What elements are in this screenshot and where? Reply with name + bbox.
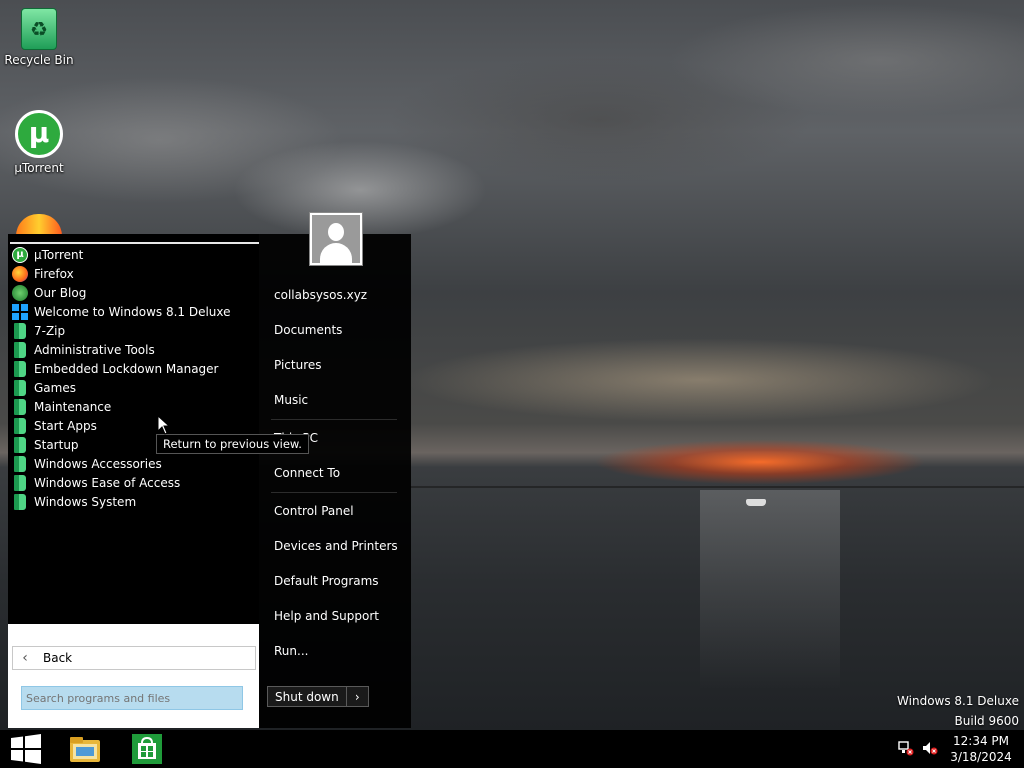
file-explorer-icon[interactable]	[68, 734, 102, 764]
program-label: Start Apps	[34, 418, 97, 433]
firefox-icon	[12, 265, 28, 282]
program-item-firefox[interactable]: Firefox	[8, 264, 259, 283]
programs-divider	[10, 242, 259, 244]
back-button[interactable]: ‹ Back	[12, 646, 256, 670]
program-item-windows-accessories[interactable]: Windows Accessories	[8, 454, 259, 473]
program-list: µ µTorrent Firefox Our Blog Welcome to W…	[8, 245, 259, 511]
program-label: Our Blog	[34, 285, 87, 300]
program-item-windows-ease-of-access[interactable]: Windows Ease of Access	[8, 473, 259, 492]
wallpaper-boat	[746, 499, 766, 506]
chevron-left-icon: ‹	[22, 650, 28, 666]
start-menu: µ µTorrent Firefox Our Blog Welcome to W…	[8, 234, 411, 728]
avatar-body	[320, 243, 352, 263]
chevron-right-icon[interactable]: ›	[346, 686, 369, 707]
user-name-link[interactable]: collabsysos.xyz	[274, 288, 367, 302]
taskbar-clock[interactable]: 12:34 PM 3/18/2024	[950, 733, 1012, 765]
desktop-icon-utorrent[interactable]: µ µTorrent	[1, 110, 77, 175]
clock-time: 12:34 PM	[953, 734, 1009, 748]
place-documents[interactable]: Documents	[274, 323, 342, 337]
folder-icon	[14, 379, 26, 396]
watermark-build: Build 9600	[954, 714, 1019, 728]
program-label: µTorrent	[34, 247, 84, 262]
program-label: Windows System	[34, 494, 137, 509]
desktop-icon-label: Recycle Bin	[4, 53, 74, 67]
windows-icon	[12, 303, 28, 320]
program-label: Administrative Tools	[34, 342, 155, 357]
program-item-games[interactable]: Games	[8, 378, 259, 397]
program-item-welcome[interactable]: Welcome to Windows 8.1 Deluxe	[8, 302, 259, 321]
place-devices-and-printers[interactable]: Devices and Printers	[274, 539, 398, 553]
folder-icon	[14, 436, 26, 453]
folder-icon	[14, 341, 26, 358]
program-item-embedded-lockdown-manager[interactable]: Embedded Lockdown Manager	[8, 359, 259, 378]
program-item-maintenance[interactable]: Maintenance	[8, 397, 259, 416]
windows-logo-icon[interactable]	[10, 733, 42, 765]
clock-date: 3/18/2024	[950, 750, 1012, 764]
recycle-bin-icon	[21, 8, 57, 50]
back-button-label: Back	[43, 651, 73, 665]
back-tooltip: Return to previous view.	[156, 434, 309, 454]
program-label: 7-Zip	[34, 323, 66, 338]
utorrent-icon: µ	[12, 246, 28, 263]
watermark-edition: Windows 8.1 Deluxe	[897, 694, 1019, 708]
taskbar: 12:34 PM 3/18/2024	[0, 730, 1024, 768]
program-label: Windows Ease of Access	[34, 475, 181, 490]
volume-muted-icon[interactable]	[922, 740, 938, 756]
folder-icon	[14, 322, 26, 339]
folder-icon	[14, 455, 26, 472]
folder-icon	[14, 493, 26, 510]
os-watermark: Windows 8.1 Deluxe Build 9600	[897, 691, 1019, 731]
user-avatar-icon	[312, 215, 360, 263]
place-default-programs[interactable]: Default Programs	[274, 574, 379, 588]
places-pane: collabsysos.xyz Documents Pictures Music…	[259, 234, 411, 728]
user-avatar[interactable]	[309, 212, 363, 266]
desktop-icon-recycle-bin[interactable]: Recycle Bin	[1, 8, 77, 67]
program-label: Windows Accessories	[34, 456, 162, 471]
places-divider	[271, 419, 397, 420]
blog-icon	[12, 284, 28, 301]
program-label: Startup	[34, 437, 79, 452]
wallpaper-sea-reflection	[700, 490, 840, 690]
folder-icon	[14, 398, 26, 415]
place-music[interactable]: Music	[274, 393, 308, 407]
utorrent-icon: µ	[15, 110, 63, 158]
mouse-cursor-icon	[157, 415, 171, 435]
program-item-administrative-tools[interactable]: Administrative Tools	[8, 340, 259, 359]
program-item-7zip[interactable]: 7-Zip	[8, 321, 259, 340]
place-pictures[interactable]: Pictures	[274, 358, 322, 372]
folder-icon	[14, 474, 26, 491]
avatar-head	[328, 223, 344, 241]
programs-pane: µ µTorrent Firefox Our Blog Welcome to W…	[8, 234, 259, 728]
program-item-windows-system[interactable]: Windows System	[8, 492, 259, 511]
places-divider	[271, 492, 397, 493]
program-label: Maintenance	[34, 399, 112, 414]
program-label: Games	[34, 380, 76, 395]
program-item-our-blog[interactable]: Our Blog	[8, 283, 259, 302]
store-icon[interactable]	[132, 734, 162, 764]
shutdown-button[interactable]: Shut down	[267, 686, 347, 707]
folder-icon	[14, 360, 26, 377]
program-label: Firefox	[34, 266, 74, 281]
network-disconnected-icon[interactable]	[898, 740, 914, 756]
search-input[interactable]	[21, 686, 243, 710]
wallpaper-horizon	[410, 486, 1024, 488]
shutdown-group: Shut down ›	[267, 686, 369, 707]
place-connect-to[interactable]: Connect To	[274, 466, 340, 480]
program-label: Welcome to Windows 8.1 Deluxe	[34, 304, 231, 319]
programs-pane-footer: ‹ Back	[8, 624, 259, 728]
program-item-utorrent[interactable]: µ µTorrent	[8, 245, 259, 264]
program-item-start-apps[interactable]: Start Apps	[8, 416, 259, 435]
place-control-panel[interactable]: Control Panel	[274, 504, 354, 518]
place-run[interactable]: Run...	[274, 644, 308, 658]
program-label: Embedded Lockdown Manager	[34, 361, 219, 376]
place-help-and-support[interactable]: Help and Support	[274, 609, 379, 623]
folder-icon	[14, 417, 26, 434]
desktop-icon-label: µTorrent	[14, 161, 64, 175]
